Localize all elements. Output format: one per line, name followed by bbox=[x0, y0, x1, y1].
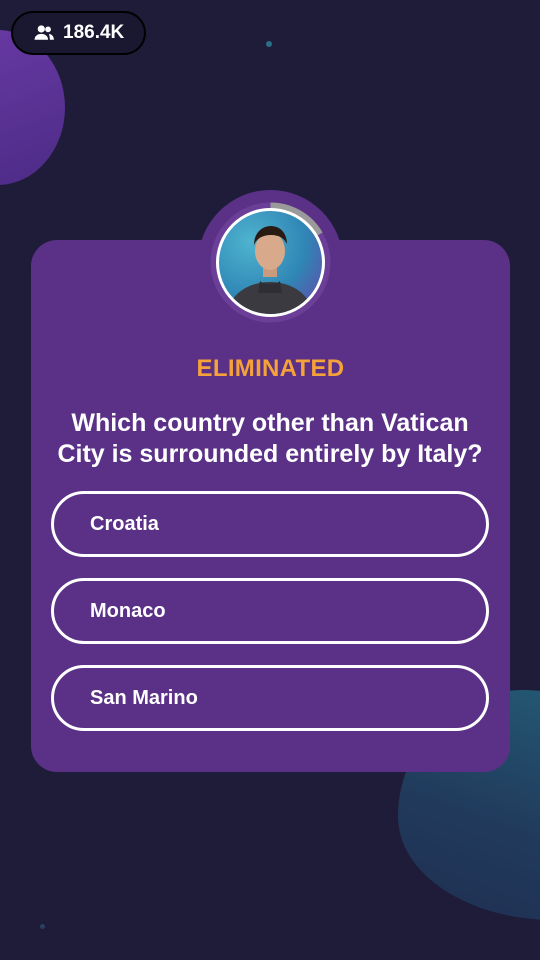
users-icon bbox=[34, 25, 54, 40]
answer-label: Monaco bbox=[90, 599, 166, 622]
answer-option[interactable]: San Marino bbox=[51, 665, 489, 731]
answer-label: San Marino bbox=[90, 686, 198, 709]
game-screen: 186.4K ELIMINATED Which country other th… bbox=[0, 0, 540, 960]
question-text: Which country other than Vatican City is… bbox=[57, 409, 483, 468]
answer-option[interactable]: Croatia bbox=[51, 491, 489, 557]
answer-option[interactable]: Monaco bbox=[51, 578, 489, 644]
viewer-count: 186.4K bbox=[63, 22, 125, 43]
answer-label: Croatia bbox=[90, 512, 159, 535]
status-label: ELIMINATED bbox=[196, 355, 345, 382]
decor-dot bbox=[40, 924, 45, 929]
viewer-count-badge: 186.4K bbox=[11, 11, 146, 55]
decor-dot bbox=[266, 41, 272, 47]
host-avatar bbox=[216, 208, 325, 317]
